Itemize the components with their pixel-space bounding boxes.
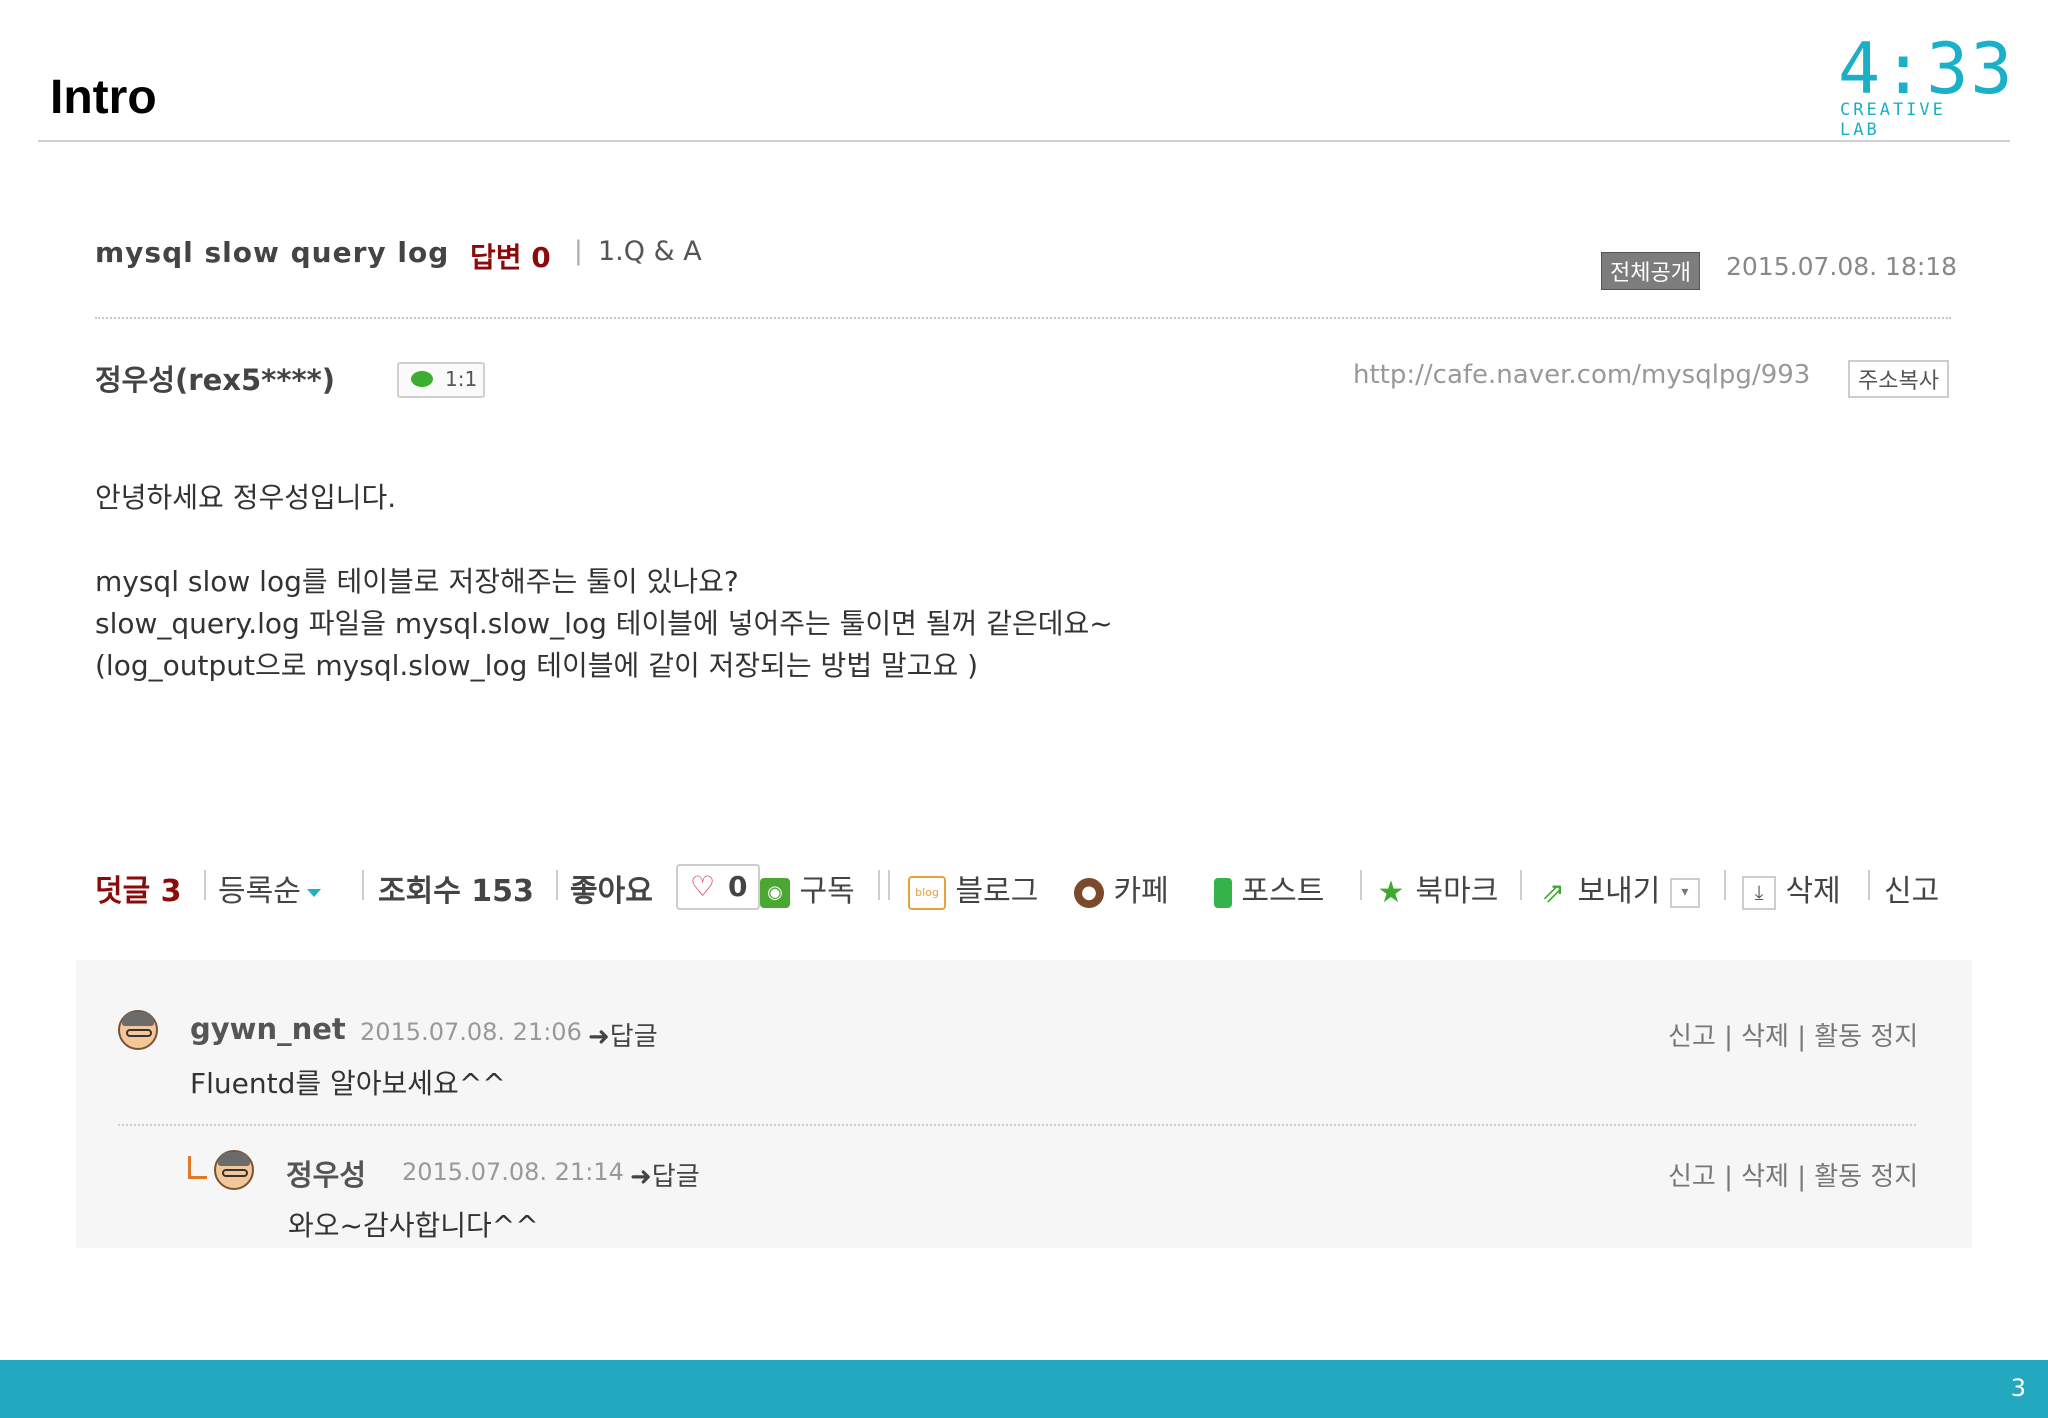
post-date: 2015.07.08. 18:18 (1726, 252, 1958, 281)
comment-actions[interactable]: 신고 | 삭제 | 활동 정지 (1668, 1156, 1918, 1193)
footer-bar (0, 1360, 2048, 1418)
divider (1520, 870, 1522, 900)
post-body-line: mysql slow log를 테이블로 저장해주는 툴이 있나요? (95, 565, 739, 598)
reply-count: 답변 0 (470, 241, 551, 274)
comment-text: 와오~감사합니다^^ (288, 1209, 539, 1242)
reply-arrow-icon: ➜ (630, 1162, 652, 1192)
slide-title: Intro (50, 71, 157, 124)
star-icon: ★ (1377, 874, 1405, 910)
delete-label: 삭제 (1785, 874, 1841, 909)
reply-label: 답글 (609, 1022, 658, 1052)
comment-date: 2015.07.08. 21:06 (360, 1018, 582, 1046)
comment-username[interactable]: 정우성 (286, 1152, 366, 1194)
logo-subtitle: CREATIVE LAB (1840, 100, 1946, 140)
reply-link[interactable]: ➜답글 (588, 1016, 658, 1053)
chat-bubble-icon (411, 371, 433, 387)
post-icon (1214, 877, 1232, 908)
send-button[interactable]: ⇗ 보내기 ▾ (1538, 866, 1700, 910)
rss-icon: ◉ (760, 877, 790, 908)
reply-arrow-icon: ➜ (588, 1022, 610, 1052)
logo-time: 4:33 (1838, 28, 2015, 110)
visibility-badge: 전체공개 (1601, 252, 1700, 290)
separator: | (574, 236, 583, 266)
like-count: 0 (728, 870, 748, 903)
divider (1724, 870, 1726, 900)
cafe-label: 카페 (1113, 874, 1169, 909)
share-arrow-icon: ⇗ (1541, 875, 1565, 909)
comment-date: 2015.07.08. 21:14 (402, 1158, 624, 1186)
chat-button[interactable]: 1:1 (397, 362, 485, 398)
page-number: 3 (2010, 1374, 2026, 1402)
divider (362, 870, 364, 900)
delete-button[interactable]: ⤓ 삭제 (1742, 866, 1841, 910)
divider (1360, 870, 1362, 900)
subscribe-button[interactable]: ◉ 구독 (760, 866, 855, 910)
post-title[interactable]: mysql slow query log (95, 236, 449, 269)
comment-username[interactable]: gywn_net (190, 1012, 346, 1046)
blog-label: 블로그 (955, 874, 1039, 909)
sort-dropdown[interactable]: 등록순 (218, 866, 321, 910)
divider (204, 870, 206, 900)
comment-text: Fluentd를 알아보세요^^ (190, 1067, 506, 1100)
blog-icon: blog (908, 875, 946, 910)
share-post-button[interactable]: 포스트 (1214, 866, 1324, 910)
cafe-icon: ● (1074, 877, 1104, 908)
post-label: 포스트 (1241, 874, 1325, 909)
sort-label: 등록순 (218, 874, 301, 909)
comment-count[interactable]: 덧글 3 (95, 866, 182, 910)
report-button[interactable]: 신고 (1884, 866, 1939, 910)
reply-indent-icon (188, 1156, 207, 1179)
post-author[interactable]: 정우성(rex5****) (95, 357, 335, 399)
title-divider (38, 140, 2010, 142)
header-divider (95, 317, 1951, 319)
likes-label: 좋아요 (570, 874, 653, 909)
chevron-down-icon (306, 888, 321, 897)
bookmark-label: 북마크 (1415, 874, 1499, 909)
divider (878, 870, 880, 900)
reply-link[interactable]: ➜답글 (630, 1156, 700, 1193)
avatar (214, 1150, 254, 1190)
post-body-line: slow_query.log 파일을 mysql.slow_log 테이블에 넣… (95, 607, 1113, 640)
reply-label: 답글 (651, 1162, 700, 1192)
avatar (118, 1010, 158, 1050)
view-count: 조회수 153 (378, 874, 534, 909)
download-icon: ⤓ (1742, 875, 1776, 910)
heart-icon: ♡ (690, 870, 716, 903)
send-dropdown-icon[interactable]: ▾ (1669, 877, 1700, 908)
share-cafe-button[interactable]: ● 카페 (1074, 866, 1169, 910)
post-url[interactable]: http://cafe.naver.com/mysqlpg/993 (1353, 360, 1810, 390)
post-body-line: (log_output으로 mysql.slow_log 테이블에 같이 저장되… (95, 649, 979, 682)
copy-url-button[interactable]: 주소복사 (1848, 360, 1949, 398)
post-body-line: 안녕하세요 정우성입니다. (95, 481, 397, 514)
divider (1868, 870, 1870, 900)
comment-actions[interactable]: 신고 | 삭제 | 활동 정지 (1668, 1016, 1918, 1053)
send-label: 보내기 (1577, 874, 1661, 909)
bookmark-button[interactable]: ★ 북마크 (1376, 866, 1499, 910)
comment-divider (118, 1124, 1916, 1126)
company-logo: 4:33 CREATIVE LAB (1838, 34, 2013, 140)
share-blog-button[interactable]: blog 블로그 (908, 866, 1038, 910)
divider (888, 870, 890, 900)
chat-label: 1:1 (445, 367, 478, 391)
like-button[interactable]: ♡ 0 (676, 864, 760, 910)
divider (556, 870, 558, 900)
post-category[interactable]: 1.Q & A (598, 236, 702, 267)
subscribe-label: 구독 (799, 874, 855, 909)
